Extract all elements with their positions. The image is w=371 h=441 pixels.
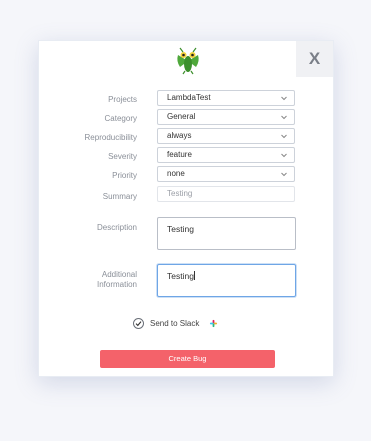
- severity-row: Severity feature: [39, 147, 333, 165]
- send-to-slack-option[interactable]: Send to Slack: [133, 317, 218, 329]
- chevron-down-icon: [281, 172, 287, 177]
- chevron-down-icon: [281, 96, 287, 101]
- category-select[interactable]: General: [157, 109, 295, 125]
- projects-label: Projects: [108, 95, 137, 104]
- chevron-down-icon: [281, 115, 287, 120]
- reproducibility-label: Reproducibility: [84, 133, 137, 142]
- reproducibility-value: always: [167, 131, 192, 140]
- summary-value: Testing: [167, 189, 193, 198]
- additional-information-label: Additional Information: [97, 270, 137, 290]
- text-caret: [193, 271, 195, 280]
- additional-information-textarea[interactable]: Testing: [157, 264, 296, 297]
- description-textarea[interactable]: Testing: [157, 217, 296, 250]
- severity-label: Severity: [108, 152, 137, 161]
- reproducibility-select[interactable]: always: [157, 128, 295, 144]
- priority-row: Priority none: [39, 166, 333, 184]
- create-bug-dialog: X Projects LambdaTest Category General R…: [38, 40, 334, 377]
- send-to-slack-label: Send to Slack: [150, 318, 200, 328]
- category-value: General: [167, 112, 196, 121]
- checkmark-icon: [135, 320, 142, 326]
- projects-value: LambdaTest: [167, 93, 211, 102]
- summary-input[interactable]: Testing: [157, 186, 295, 202]
- description-value: Testing: [167, 224, 194, 234]
- description-label: Description: [96, 223, 137, 232]
- additional-information-value: Testing: [167, 271, 194, 281]
- chevron-down-icon: [281, 134, 287, 139]
- send-to-slack-checkbox[interactable]: [133, 317, 144, 329]
- create-bug-button[interactable]: Create Bug: [100, 350, 275, 368]
- priority-value: none: [167, 169, 185, 178]
- close-button[interactable]: X: [296, 41, 333, 77]
- projects-select[interactable]: LambdaTest: [157, 90, 295, 106]
- summary-row: Summary Testing: [39, 186, 333, 204]
- slack-icon: [210, 319, 218, 327]
- summary-label: Summary: [102, 192, 137, 201]
- priority-select[interactable]: none: [157, 166, 295, 182]
- chevron-down-icon: [281, 153, 287, 158]
- reproducibility-row: Reproducibility always: [39, 128, 333, 146]
- category-label: Category: [104, 114, 137, 123]
- close-icon[interactable]: X: [309, 49, 320, 69]
- severity-value: feature: [167, 150, 192, 159]
- category-row: Category General: [39, 109, 333, 127]
- mantis-logo-icon: [177, 47, 199, 75]
- priority-label: Priority: [112, 171, 137, 180]
- additional-information-label-line2: Information: [96, 280, 137, 289]
- projects-row: Projects LambdaTest: [39, 90, 333, 108]
- severity-select[interactable]: feature: [157, 147, 295, 163]
- additional-information-label-line1: Additional: [101, 270, 137, 279]
